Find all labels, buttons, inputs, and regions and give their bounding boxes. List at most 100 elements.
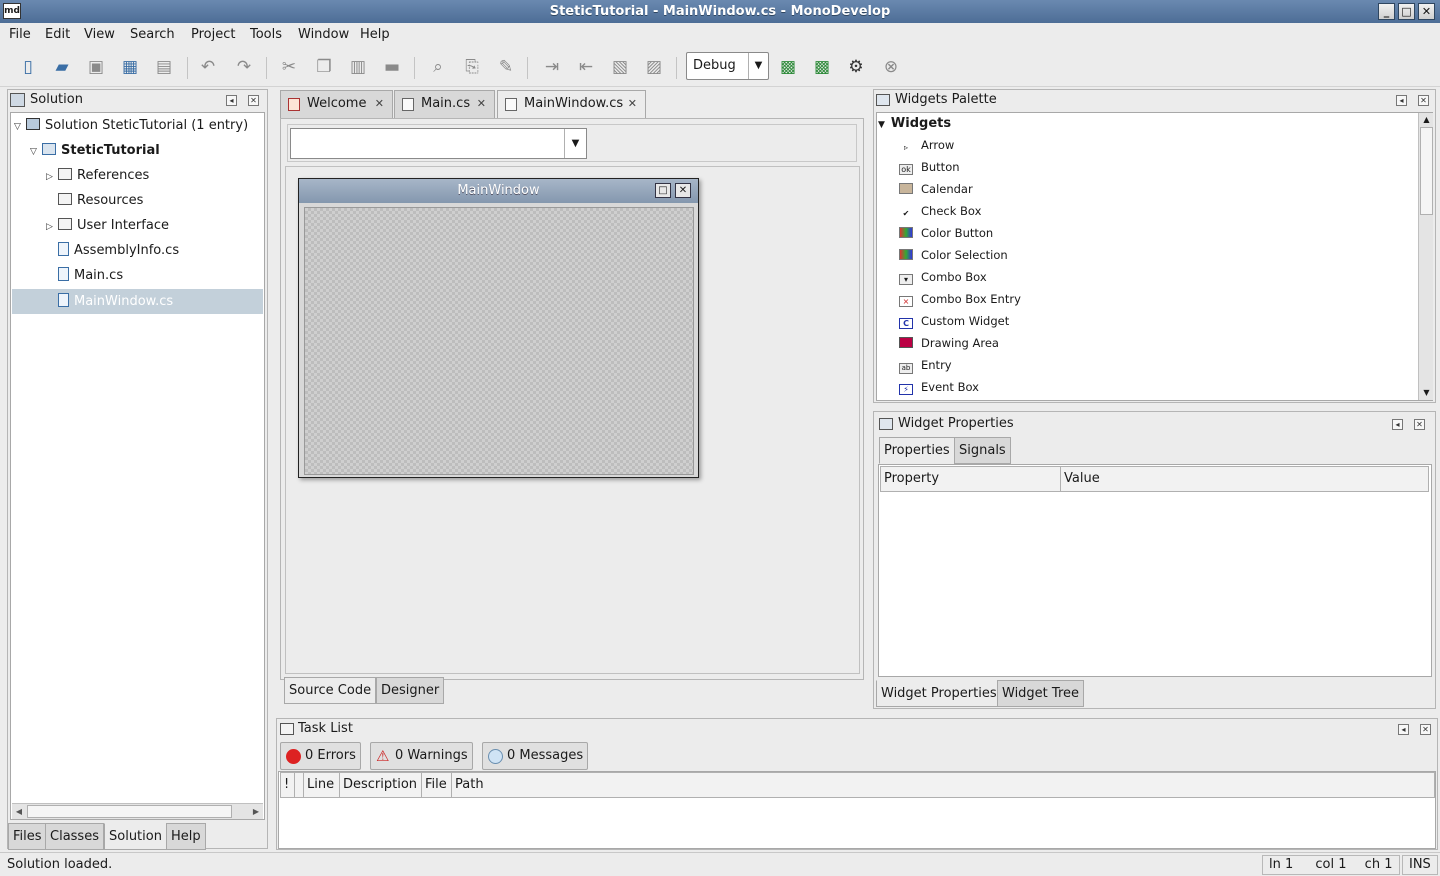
- close-icon[interactable]: ✕: [375, 91, 384, 117]
- scroll-up-icon[interactable]: ▲: [1420, 113, 1433, 127]
- menu-edit[interactable]: Edit: [45, 27, 70, 42]
- widget-color-button[interactable]: Color Button: [899, 222, 993, 244]
- menu-project[interactable]: Project: [191, 27, 235, 42]
- column-property[interactable]: Property: [880, 466, 1061, 492]
- column-path[interactable]: Path: [451, 772, 1435, 798]
- dock-icon[interactable]: ◂: [226, 95, 237, 106]
- close-pad-icon[interactable]: ✕: [248, 95, 259, 106]
- tab-classes[interactable]: Classes: [45, 823, 104, 850]
- menu-view[interactable]: View: [84, 27, 115, 42]
- undo-icon[interactable]: ↶: [195, 54, 221, 80]
- tab-solution[interactable]: Solution: [104, 823, 167, 850]
- widget-calendar[interactable]: Calendar: [899, 178, 973, 200]
- maximize-icon[interactable]: □: [655, 183, 671, 198]
- configuration-select[interactable]: Debug ▼: [686, 52, 769, 80]
- tree-item-resources[interactable]: Resources: [46, 188, 143, 213]
- close-icon[interactable]: ✕: [477, 91, 486, 117]
- dock-icon[interactable]: ◂: [1398, 724, 1409, 735]
- tree-item-assemblyinfo[interactable]: AssemblyInfo.cs: [46, 238, 179, 263]
- tab-widget-tree[interactable]: Widget Tree: [997, 680, 1084, 707]
- scroll-down-icon[interactable]: ▼: [1420, 386, 1433, 400]
- scrollbar-thumb[interactable]: [1420, 127, 1433, 215]
- minimize-button[interactable]: _: [1378, 3, 1395, 20]
- window-placeholder[interactable]: [304, 207, 694, 475]
- widget-selector-combo[interactable]: ▼: [290, 128, 587, 159]
- widget-drawing-area[interactable]: Drawing Area: [899, 332, 999, 354]
- tree-item-project[interactable]: ▽ SteticTutorial: [30, 138, 160, 163]
- redo-icon[interactable]: ↷: [231, 54, 257, 80]
- tab-source-code[interactable]: Source Code: [284, 677, 377, 704]
- run-icon[interactable]: ⚙: [843, 54, 869, 80]
- widget-button[interactable]: ok Button: [899, 156, 960, 178]
- tab-help[interactable]: Help: [166, 823, 206, 850]
- column-line[interactable]: Line: [303, 772, 340, 798]
- palette-scrollbar[interactable]: ▲ ▼: [1418, 113, 1433, 400]
- tree-item-references[interactable]: ▷ References: [46, 163, 149, 188]
- tab-properties[interactable]: Properties: [879, 437, 955, 464]
- edit-icon[interactable]: ✎: [493, 54, 519, 80]
- tree-item-user-interface[interactable]: ▷ User Interface: [46, 213, 169, 238]
- stop-icon[interactable]: ⊗: [878, 54, 904, 80]
- scrollbar-thumb[interactable]: [27, 805, 232, 818]
- close-pad-icon[interactable]: ✕: [1418, 95, 1429, 106]
- uncomment-icon[interactable]: ▨: [641, 54, 667, 80]
- designed-mainwindow[interactable]: MainWindow □ ✕: [298, 178, 699, 478]
- widget-color-selection[interactable]: Color Selection: [899, 244, 1008, 266]
- column-description[interactable]: Description: [339, 772, 422, 798]
- copy-icon[interactable]: ❐: [311, 54, 337, 80]
- menu-file[interactable]: File: [9, 27, 31, 42]
- unindent-icon[interactable]: ⇤: [573, 54, 599, 80]
- save-icon[interactable]: ▣: [83, 54, 109, 80]
- menu-search[interactable]: Search: [130, 27, 175, 42]
- tab-signals[interactable]: Signals: [954, 437, 1011, 464]
- warnings-toggle[interactable]: ⚠ 0 Warnings: [370, 742, 473, 770]
- column-priority[interactable]: !: [280, 772, 295, 798]
- widget-combo-box[interactable]: ▾ Combo Box: [899, 266, 987, 288]
- horizontal-scrollbar[interactable]: ◀ ▶: [12, 803, 263, 819]
- widget-arrow[interactable]: ▹ Arrow: [899, 134, 954, 156]
- find-icon[interactable]: ⌕: [425, 54, 451, 80]
- paste-icon[interactable]: ▥: [345, 54, 371, 80]
- column-file[interactable]: File: [421, 772, 452, 798]
- indent-icon[interactable]: ⇥: [539, 54, 565, 80]
- tab-widget-properties[interactable]: Widget Properties: [876, 680, 1002, 707]
- widget-check-box[interactable]: ✔ Check Box: [899, 200, 982, 222]
- cut-icon[interactable]: ✂: [276, 54, 302, 80]
- build-icon[interactable]: ▩: [775, 54, 801, 80]
- close-pad-icon[interactable]: ✕: [1414, 419, 1425, 430]
- scroll-right-icon[interactable]: ▶: [249, 804, 263, 819]
- close-icon[interactable]: ✕: [675, 183, 691, 198]
- widget-custom-widget[interactable]: C Custom Widget: [899, 310, 1009, 332]
- new-file-icon[interactable]: ▯: [15, 54, 41, 80]
- widget-event-box[interactable]: ⚡ Event Box: [899, 376, 979, 398]
- menu-help[interactable]: Help: [360, 27, 390, 42]
- menu-window[interactable]: Window: [298, 27, 349, 42]
- close-window-button[interactable]: ✕: [1418, 3, 1435, 20]
- maximize-button[interactable]: □: [1398, 3, 1415, 20]
- close-icon[interactable]: ✕: [628, 91, 637, 117]
- widget-entry[interactable]: ab Entry: [899, 354, 952, 376]
- print-icon[interactable]: ▤: [151, 54, 177, 80]
- close-pad-icon[interactable]: ✕: [1420, 724, 1431, 735]
- save-all-icon[interactable]: ▦: [117, 54, 143, 80]
- tab-designer[interactable]: Designer: [376, 677, 445, 704]
- open-folder-icon[interactable]: ▰: [49, 54, 75, 80]
- rebuild-icon[interactable]: ▩: [809, 54, 835, 80]
- column-value[interactable]: Value: [1060, 466, 1429, 492]
- find-replace-icon[interactable]: ⎘: [459, 54, 485, 80]
- tree-item-main-cs[interactable]: Main.cs: [46, 263, 123, 288]
- comment-icon[interactable]: ▧: [607, 54, 633, 80]
- tree-item-solution[interactable]: ▽ Solution SteticTutorial (1 entry): [14, 113, 248, 138]
- messages-toggle[interactable]: 0 Messages: [482, 742, 589, 770]
- tab-files[interactable]: Files: [8, 823, 47, 850]
- scroll-left-icon[interactable]: ◀: [12, 804, 26, 819]
- errors-toggle[interactable]: 0 Errors: [280, 742, 361, 770]
- tab-mainwindow-cs[interactable]: MainWindow.cs ✕: [497, 90, 646, 119]
- dock-icon[interactable]: ◂: [1392, 419, 1403, 430]
- tab-welcome[interactable]: Welcome ✕: [280, 90, 393, 118]
- tree-item-mainwindow-cs[interactable]: MainWindow.cs: [46, 289, 173, 314]
- dock-icon[interactable]: ◂: [1396, 95, 1407, 106]
- delete-icon[interactable]: ▬: [379, 54, 405, 80]
- app-icon[interactable]: md: [3, 3, 21, 19]
- tab-main-cs[interactable]: Main.cs ✕: [394, 90, 495, 118]
